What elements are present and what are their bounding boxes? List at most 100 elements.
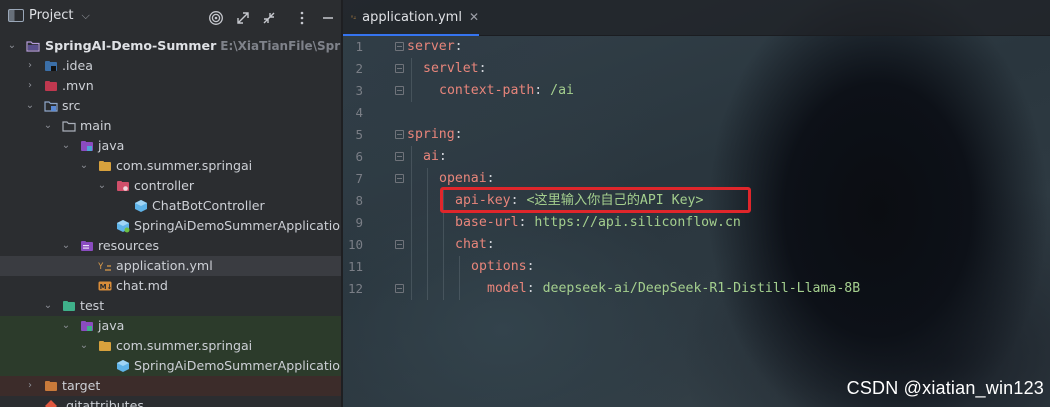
tree-item-project-root[interactable]: ⌄ SpringAI-Demo-Summer E:\XiaTianFile\Spr… bbox=[0, 36, 341, 56]
yaml-value: /ai bbox=[550, 83, 574, 98]
tab-label: application.yml bbox=[362, 9, 462, 25]
code-line: model: deepseek-ai/DeepSeek-R1-Distill-L… bbox=[487, 278, 860, 300]
line-number: 1 bbox=[355, 39, 363, 54]
tree-item-src[interactable]: ⌄ src bbox=[0, 96, 341, 116]
tree-item-target[interactable]: › target bbox=[0, 376, 341, 396]
chevron-right-icon[interactable]: › bbox=[24, 76, 36, 96]
chevron-down-icon[interactable]: ⌄ bbox=[78, 156, 90, 176]
line-number: 5 bbox=[355, 127, 363, 142]
tree-item-label: src bbox=[62, 98, 81, 113]
chevron-down-icon[interactable]: ⌄ bbox=[60, 236, 72, 256]
chevron-down-icon[interactable]: ⌄ bbox=[96, 176, 108, 196]
tab-application-yml[interactable]: Y application.yml ✕ bbox=[343, 0, 479, 36]
tree-item-application-class[interactable]: SpringAiDemoSummerApplication bbox=[0, 216, 341, 236]
code-line: spring: bbox=[407, 124, 463, 146]
tree-item-label: .gitattributes bbox=[62, 398, 144, 407]
fold-marker-icon[interactable] bbox=[395, 152, 404, 161]
tree-item-test-package[interactable]: ⌄ com.summer.springai bbox=[0, 336, 341, 356]
yaml-separator: : bbox=[526, 281, 543, 296]
yaml-separator: : bbox=[438, 149, 447, 164]
tree-item-resources[interactable]: ⌄ resources bbox=[0, 236, 341, 256]
chevron-down-icon[interactable]: ⌄ bbox=[60, 136, 72, 156]
chevron-down-icon[interactable]: ⌄ bbox=[60, 316, 72, 336]
fold-marker-icon[interactable] bbox=[395, 130, 404, 139]
yaml-key: spring bbox=[407, 127, 455, 142]
code-line: server: bbox=[407, 36, 463, 58]
tree-item-chatbotcontroller[interactable]: ChatBotController bbox=[0, 196, 341, 216]
tree-item-mvn[interactable]: › .mvn bbox=[0, 76, 341, 96]
tree-item-idea[interactable]: › .idea bbox=[0, 56, 341, 76]
code-line: base-url: https://api.siliconflow.cn bbox=[455, 212, 741, 234]
tree-item-gitattributes[interactable]: .gitattributes bbox=[0, 396, 341, 407]
fold-marker-icon[interactable] bbox=[395, 240, 404, 249]
minimize-icon[interactable] bbox=[320, 10, 336, 26]
controller-folder-icon bbox=[117, 181, 129, 191]
line-number: 2 bbox=[355, 61, 363, 76]
idea-folder-icon bbox=[45, 61, 57, 71]
chevron-down-icon[interactable]: ⌄ bbox=[6, 36, 18, 56]
yaml-key: server bbox=[407, 39, 455, 54]
fold-marker-icon[interactable] bbox=[395, 284, 404, 293]
fold-marker-icon[interactable] bbox=[395, 174, 404, 183]
collapse-all-icon[interactable] bbox=[261, 10, 277, 26]
tree-item-label: .mvn bbox=[62, 78, 94, 93]
yaml-separator: : bbox=[534, 83, 551, 98]
project-title: Project bbox=[29, 8, 74, 23]
project-path: E:\XiaTianFile\SpringAI\S bbox=[220, 39, 341, 53]
line-number: 8 bbox=[355, 193, 363, 208]
yaml-key: chat bbox=[455, 237, 487, 252]
line-number: 9 bbox=[355, 215, 363, 230]
code-line: options: bbox=[471, 256, 535, 278]
project-view-selector[interactable]: Project ⌵ bbox=[8, 8, 90, 23]
tree-item-test[interactable]: ⌄ test bbox=[0, 296, 341, 316]
line-number: 12 bbox=[347, 281, 363, 296]
tree-item-application-tests[interactable]: SpringAiDemoSummerApplicationTe bbox=[0, 356, 341, 376]
yaml-value: deepseek-ai/DeepSeek-R1-Distill-Llama-8B bbox=[542, 281, 861, 296]
code-editor[interactable]: server: servlet: context-path: /ai sprin… bbox=[407, 36, 1047, 407]
tree-item-package[interactable]: ⌄ com.summer.springai bbox=[0, 156, 341, 176]
tree-item-label: ChatBotController bbox=[152, 198, 265, 213]
tree-item-label: resources bbox=[98, 238, 160, 253]
tree-item-main[interactable]: ⌄ main bbox=[0, 116, 341, 136]
git-file-icon bbox=[45, 400, 57, 407]
yaml-key: servlet bbox=[423, 61, 479, 76]
expand-all-icon[interactable] bbox=[235, 10, 251, 26]
tree-item-label: test bbox=[80, 298, 105, 313]
fold-marker-icon[interactable] bbox=[395, 64, 404, 73]
chevron-down-icon[interactable]: ⌄ bbox=[42, 116, 54, 136]
highlight-box bbox=[440, 187, 751, 213]
watermark: CSDN @xiatian_win123 bbox=[846, 378, 1044, 398]
tree-item-controller[interactable]: ⌄ controller bbox=[0, 176, 341, 196]
tree-item-application-yml[interactable]: Y application.yml bbox=[0, 256, 341, 276]
yaml-key: ai bbox=[423, 149, 439, 164]
java-class-icon bbox=[135, 200, 147, 212]
more-options-icon[interactable] bbox=[294, 10, 310, 26]
tree-item-test-java[interactable]: ⌄ java bbox=[0, 316, 341, 336]
fold-marker-icon[interactable] bbox=[395, 42, 404, 51]
yaml-separator: : bbox=[486, 171, 495, 186]
chevron-down-icon[interactable]: ⌄ bbox=[24, 96, 36, 116]
yaml-separator: : bbox=[454, 39, 463, 54]
tree-item-label: .idea bbox=[62, 58, 93, 73]
tree-item-label: controller bbox=[134, 178, 195, 193]
tree-item-label: main bbox=[80, 118, 112, 133]
chevron-down-icon[interactable]: ⌄ bbox=[42, 296, 54, 316]
package-folder-icon bbox=[99, 161, 111, 171]
tree-item-chat-md[interactable]: M↓ chat.md bbox=[0, 276, 341, 296]
chevron-right-icon[interactable]: › bbox=[24, 376, 36, 396]
chevron-down-icon[interactable]: ⌄ bbox=[78, 336, 90, 356]
svg-text:Y: Y bbox=[98, 262, 104, 272]
yaml-value: https://api.siliconflow.cn bbox=[534, 215, 741, 230]
yaml-separator: : bbox=[526, 259, 535, 274]
project-panel-header: Project ⌵ bbox=[0, 0, 341, 34]
java-test-folder-icon bbox=[81, 321, 93, 331]
line-number: 6 bbox=[355, 149, 363, 164]
fold-marker-icon[interactable] bbox=[395, 86, 404, 95]
locate-target-icon[interactable] bbox=[208, 10, 224, 26]
yaml-file-icon: Y bbox=[98, 262, 111, 272]
tree-item-label: chat.md bbox=[116, 278, 168, 293]
svg-text:M↓: M↓ bbox=[100, 283, 112, 291]
close-icon[interactable]: ✕ bbox=[469, 10, 479, 24]
chevron-right-icon[interactable]: › bbox=[24, 56, 36, 76]
tree-item-java[interactable]: ⌄ java bbox=[0, 136, 341, 156]
